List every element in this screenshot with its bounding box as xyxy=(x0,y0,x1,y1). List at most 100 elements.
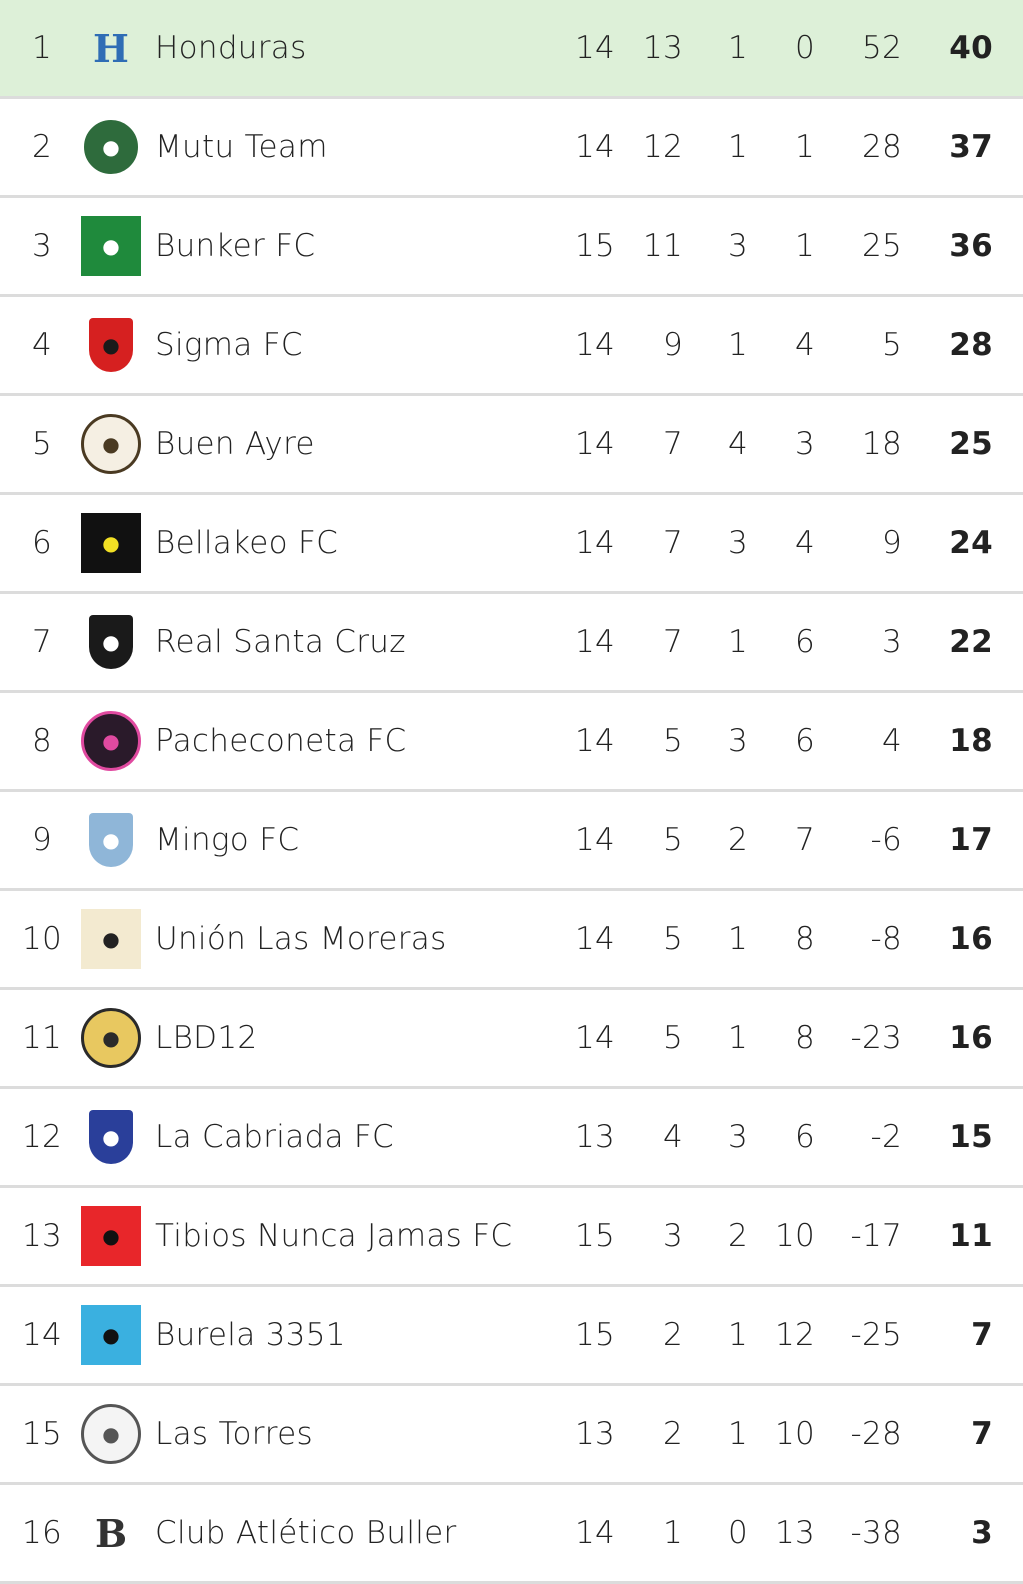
team-name: LBD12 xyxy=(155,1020,258,1056)
table-row[interactable]: 9 Mingo FC 14 5 2 7 -6 17 ● xyxy=(0,792,1023,891)
lost-cell: 4 xyxy=(794,327,815,363)
drawn-cell: 1 xyxy=(727,1416,748,1452)
drawn-cell: 3 xyxy=(727,525,748,561)
played-cell: 14 xyxy=(574,723,615,759)
goal-diff-cell: 25 xyxy=(861,228,902,264)
played-cell: 14 xyxy=(574,822,615,858)
rank-cell: 10 xyxy=(21,921,63,957)
played-cell: 14 xyxy=(574,327,615,363)
logo-mark: ● xyxy=(89,615,133,669)
team-logo-icon: ● xyxy=(81,909,141,969)
goal-diff-cell: -6 xyxy=(870,822,902,858)
logo-mark: ● xyxy=(81,1206,141,1266)
points-cell: 37 xyxy=(949,129,993,165)
lost-cell: 3 xyxy=(794,426,815,462)
goal-diff-cell: 18 xyxy=(861,426,902,462)
drawn-cell: 3 xyxy=(727,723,748,759)
team-name: Las Torres xyxy=(155,1416,313,1452)
rank-cell: 14 xyxy=(21,1317,63,1353)
goal-diff-cell: 4 xyxy=(881,723,902,759)
points-cell: 3 xyxy=(971,1515,993,1551)
points-cell: 15 xyxy=(949,1119,993,1155)
table-row[interactable]: 1 Honduras 14 13 1 0 52 40 H xyxy=(0,0,1023,99)
lost-cell: 6 xyxy=(794,624,815,660)
points-cell: 7 xyxy=(971,1416,993,1452)
table-row[interactable]: 8 Pacheconeta FC 14 5 3 6 4 18 ● xyxy=(0,693,1023,792)
played-cell: 14 xyxy=(574,30,615,66)
won-cell: 2 xyxy=(662,1416,683,1452)
drawn-cell: 1 xyxy=(727,921,748,957)
table-row[interactable]: 14 Burela 3351 15 2 1 12 -25 7 ● xyxy=(0,1287,1023,1386)
played-cell: 14 xyxy=(574,1020,615,1056)
won-cell: 5 xyxy=(662,1020,683,1056)
goal-diff-cell: -17 xyxy=(850,1218,902,1254)
lost-cell: 6 xyxy=(794,723,815,759)
team-logo-icon: ● xyxy=(81,414,141,474)
points-cell: 17 xyxy=(949,822,993,858)
won-cell: 12 xyxy=(642,129,683,165)
points-cell: 40 xyxy=(949,30,993,66)
logo-mark: ● xyxy=(81,1008,141,1068)
won-cell: 2 xyxy=(662,1317,683,1353)
logo-mark: ● xyxy=(81,117,141,177)
table-row[interactable]: 15 Las Torres 13 2 1 10 -28 7 ● xyxy=(0,1386,1023,1485)
points-cell: 7 xyxy=(971,1317,993,1353)
team-logo-icon: ● xyxy=(81,1008,141,1068)
team-logo-icon: ● xyxy=(81,1305,141,1365)
won-cell: 3 xyxy=(662,1218,683,1254)
team-logo-icon: ● xyxy=(81,711,141,771)
table-row[interactable]: 4 Sigma FC 14 9 1 4 5 28 ● xyxy=(0,297,1023,396)
lost-cell: 4 xyxy=(794,525,815,561)
table-row[interactable]: 7 Real Santa Cruz 14 7 1 6 3 22 ● xyxy=(0,594,1023,693)
rank-cell: 11 xyxy=(21,1020,63,1056)
rank-cell: 12 xyxy=(21,1119,63,1155)
points-cell: 36 xyxy=(949,228,993,264)
played-cell: 15 xyxy=(574,1218,615,1254)
points-cell: 24 xyxy=(949,525,993,561)
table-row[interactable]: 16 Club Atlético Buller 14 1 0 13 -38 3 B xyxy=(0,1485,1023,1584)
played-cell: 15 xyxy=(574,1317,615,1353)
lost-cell: 10 xyxy=(774,1416,815,1452)
logo-mark: ● xyxy=(81,909,141,969)
table-row[interactable]: 10 Unión Las Moreras 14 5 1 8 -8 16 ● xyxy=(0,891,1023,990)
logo-mark: ● xyxy=(81,216,141,276)
rank-cell: 13 xyxy=(21,1218,63,1254)
table-row[interactable]: 3 Bunker FC 15 11 3 1 25 36 ● xyxy=(0,198,1023,297)
lost-cell: 13 xyxy=(774,1515,815,1551)
played-cell: 14 xyxy=(574,921,615,957)
goal-diff-cell: -25 xyxy=(850,1317,902,1353)
team-name: Buen Ayre xyxy=(155,426,315,462)
table-row[interactable]: 12 La Cabriada FC 13 4 3 6 -2 15 ● xyxy=(0,1089,1023,1188)
table-row[interactable]: 6 Bellakeo FC 14 7 3 4 9 24 ● xyxy=(0,495,1023,594)
played-cell: 14 xyxy=(574,624,615,660)
drawn-cell: 1 xyxy=(727,1020,748,1056)
drawn-cell: 1 xyxy=(727,30,748,66)
table-row[interactable]: 2 Mutu Team 14 12 1 1 28 37 ● xyxy=(0,99,1023,198)
team-logo-icon: ● xyxy=(81,612,141,672)
team-name: Unión Las Moreras xyxy=(155,921,447,957)
table-row[interactable]: 11 LBD12 14 5 1 8 -23 16 ● xyxy=(0,990,1023,1089)
drawn-cell: 2 xyxy=(727,822,748,858)
played-cell: 13 xyxy=(574,1119,615,1155)
played-cell: 14 xyxy=(574,426,615,462)
table-row[interactable]: 13 Tibios Nunca Jamas FC 15 3 2 10 -17 11 ● xyxy=(0,1188,1023,1287)
points-cell: 18 xyxy=(949,723,993,759)
points-cell: 16 xyxy=(949,921,993,957)
played-cell: 15 xyxy=(574,228,615,264)
team-name: Mutu Team xyxy=(155,129,328,165)
rank-cell: 9 xyxy=(31,822,53,858)
won-cell: 7 xyxy=(662,525,683,561)
table-row[interactable]: 5 Buen Ayre 14 7 4 3 18 25 ● xyxy=(0,396,1023,495)
points-cell: 16 xyxy=(949,1020,993,1056)
team-name: Burela 3351 xyxy=(155,1317,346,1353)
logo-mark: ● xyxy=(81,414,141,474)
team-logo-icon: ● xyxy=(81,513,141,573)
goal-diff-cell: 3 xyxy=(881,624,902,660)
logo-mark: B xyxy=(94,1510,128,1556)
rank-cell: 16 xyxy=(21,1515,63,1551)
rank-cell: 2 xyxy=(31,129,53,165)
goal-diff-cell: 5 xyxy=(881,327,902,363)
team-logo-icon: ● xyxy=(81,216,141,276)
team-logo-icon: H xyxy=(81,18,141,78)
team-logo-icon: ● xyxy=(81,1206,141,1266)
